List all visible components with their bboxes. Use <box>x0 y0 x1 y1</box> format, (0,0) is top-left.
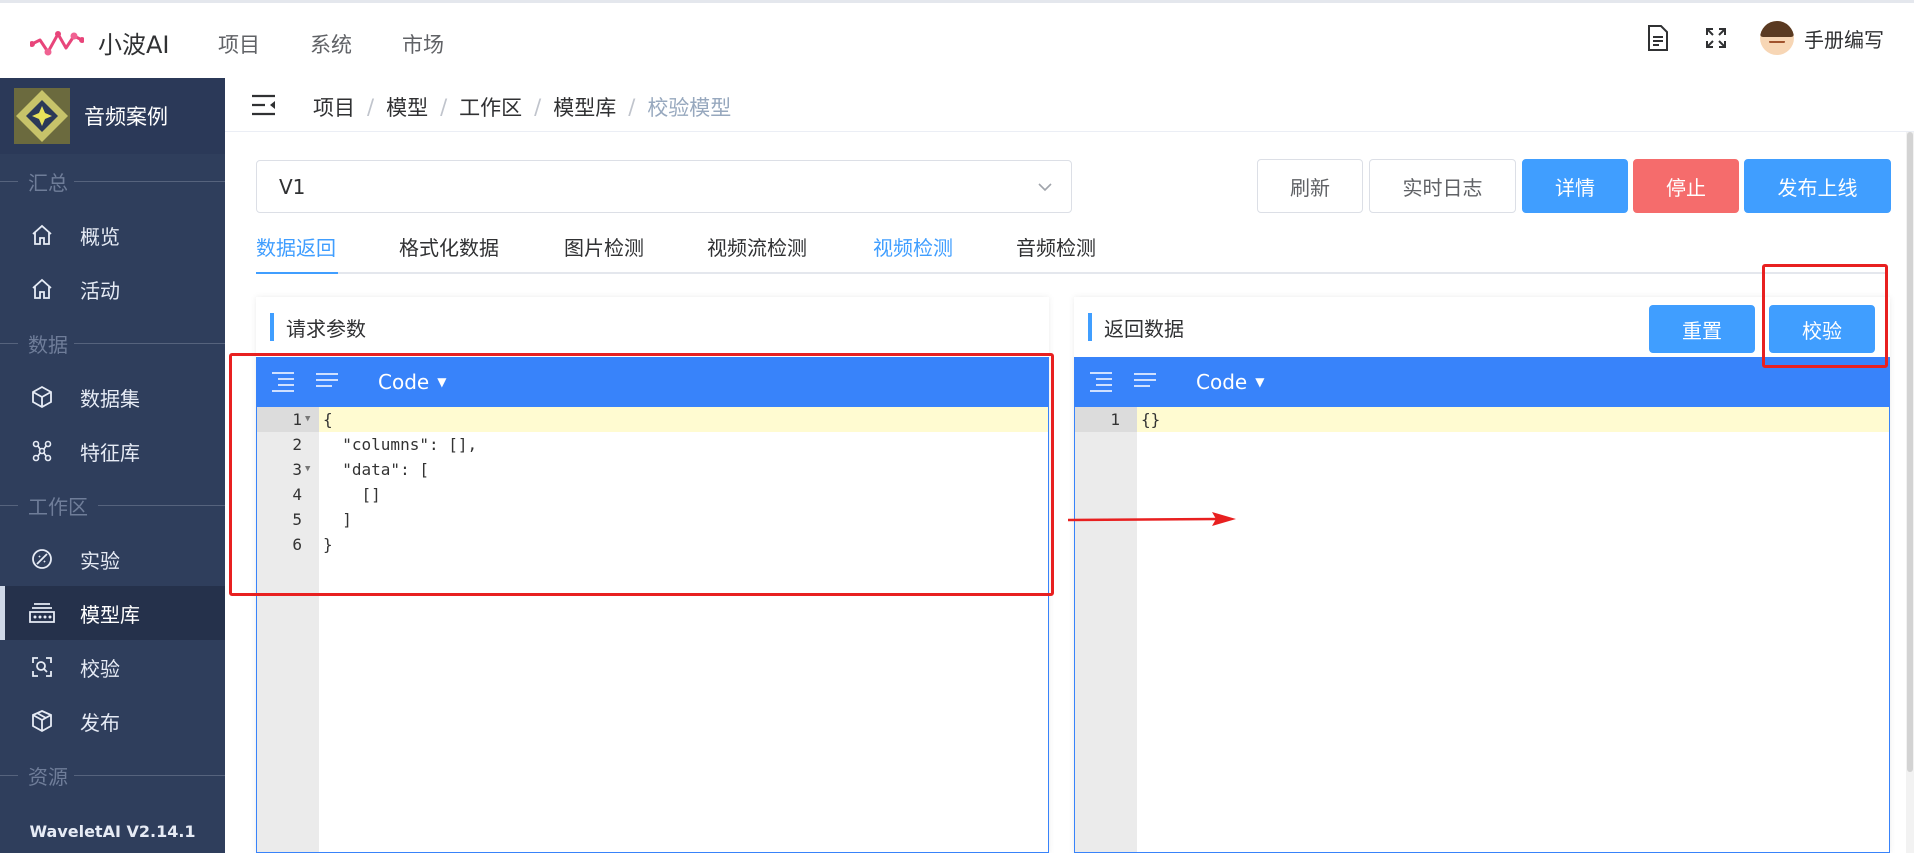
app-logo[interactable]: 小波AI <box>30 25 170 60</box>
crumb-model-library[interactable]: 模型库 <box>553 92 616 122</box>
stop-button[interactable]: 停止 <box>1633 159 1739 213</box>
format-icon[interactable] <box>1088 370 1118 394</box>
section-summary: 汇总 <box>0 154 225 208</box>
molecule-icon <box>28 437 56 465</box>
version-select[interactable]: V1 <box>256 160 1072 213</box>
box-icon <box>28 707 56 735</box>
crumb-workspace[interactable]: 工作区 <box>459 92 522 122</box>
sidebar-item-validate[interactable]: 校验 <box>0 640 225 694</box>
menu-fold-icon[interactable] <box>251 94 277 116</box>
reset-button[interactable]: 重置 <box>1649 305 1755 353</box>
sidebar-item-experiments[interactable]: 实验 <box>0 532 225 586</box>
response-mode-dropdown[interactable]: Code ▼ <box>1196 370 1264 394</box>
response-editor-toolbar: Code ▼ <box>1074 357 1890 407</box>
scan-icon <box>28 653 56 681</box>
flask-icon <box>28 545 56 573</box>
top-nav: 项目 系统 市场 <box>218 29 444 59</box>
project-header[interactable]: 音频案例 <box>0 78 225 154</box>
code-line: 6} <box>292 535 333 554</box>
tab-video-detection[interactable]: 视频检测 <box>873 232 953 261</box>
topnav-market[interactable]: 市场 <box>402 29 444 59</box>
code-line: 1 ▼{ <box>257 407 1048 432</box>
publish-button[interactable]: 发布上线 <box>1744 159 1891 213</box>
user-menu[interactable]: 手册编写 <box>1760 21 1884 55</box>
request-editor-toolbar: Code ▼ <box>256 357 1049 407</box>
annotation-arrow-icon <box>1068 512 1236 526</box>
crumb-project[interactable]: 项目 <box>313 92 355 122</box>
cube-icon <box>28 383 56 411</box>
code-line: 5 ] <box>292 510 352 529</box>
code-line: 1{} <box>1075 407 1889 432</box>
editor-gutter <box>1075 407 1137 852</box>
project-logo-icon <box>12 86 72 146</box>
tab-active-indicator <box>256 272 338 274</box>
tab-audio-detection[interactable]: 音频检测 <box>1016 232 1096 261</box>
sidebar-item-model-library[interactable]: 模型库 <box>0 586 225 640</box>
home-icon <box>28 221 56 249</box>
sidebar: 音频案例 汇总 概览 活动 数据 数据集 特征库 工作区 实验 模型库 校验 发… <box>0 78 225 853</box>
section-resources: 资源 <box>0 748 225 802</box>
refresh-button[interactable]: 刷新 <box>1257 159 1363 213</box>
request-panel: 请求参数 Code ▼ 1 ▼{ 2 "columns": [], 3 ▼ "data… <box>256 297 1049 853</box>
sidebar-item-publish[interactable]: 发布 <box>0 694 225 748</box>
code-line: 4 [] <box>292 485 381 504</box>
response-json-editor[interactable]: 1{} <box>1074 407 1890 853</box>
crumb-model[interactable]: 模型 <box>386 92 428 122</box>
home-icon <box>28 275 56 303</box>
request-mode-dropdown[interactable]: Code ▼ <box>378 370 446 394</box>
user-name: 手册编写 <box>1804 27 1884 52</box>
chevron-down-icon <box>1038 183 1052 192</box>
breadcrumb-bar: 项目 / 模型 / 工作区 / 模型库 / 校验模型 <box>225 78 1914 132</box>
live-log-button[interactable]: 实时日志 <box>1369 159 1516 213</box>
breadcrumb: 项目 / 模型 / 工作区 / 模型库 / 校验模型 <box>313 92 731 122</box>
sidebar-item-overview[interactable]: 概览 <box>0 208 225 262</box>
tab-bar: 数据返回 格式化数据 图片检测 视频流检测 视频检测 音频检测 <box>256 228 1888 274</box>
header-tools: 手册编写 <box>1644 21 1884 55</box>
fullscreen-icon[interactable] <box>1702 24 1730 52</box>
model-icon <box>28 599 56 627</box>
app-name: 小波AI <box>98 31 170 59</box>
validate-button[interactable]: 校验 <box>1769 305 1875 353</box>
version-label: WaveletAI V2.14.1 <box>29 822 196 841</box>
format-icon[interactable] <box>270 370 300 394</box>
sidebar-item-datasets[interactable]: 数据集 <box>0 370 225 424</box>
response-panel: 返回数据 重置 校验 Code ▼ 1{} <box>1074 297 1890 853</box>
document-icon[interactable] <box>1644 24 1672 52</box>
tab-image-detection[interactable]: 图片检测 <box>564 232 644 261</box>
tab-data-return[interactable]: 数据返回 <box>256 232 336 261</box>
tab-formatted-data[interactable]: 格式化数据 <box>399 232 499 261</box>
page-scrollbar[interactable] <box>1906 132 1914 853</box>
request-json-editor[interactable]: 1 ▼{ 2 "columns": [], 3 ▼ "data": [ 4 [] 5… <box>256 407 1049 853</box>
topnav-project[interactable]: 项目 <box>218 29 260 59</box>
compact-icon[interactable] <box>314 370 344 394</box>
sidebar-item-activity[interactable]: 活动 <box>0 262 225 316</box>
topnav-system[interactable]: 系统 <box>310 29 352 59</box>
crumb-current: 校验模型 <box>647 96 732 120</box>
top-header: 小波AI 项目 系统 市场 手册编写 <box>0 0 1914 78</box>
sidebar-item-feature-store[interactable]: 特征库 <box>0 424 225 478</box>
code-line: 2 "columns": [], <box>292 435 478 454</box>
section-workspace: 工作区 <box>0 478 225 532</box>
wave-logo-icon <box>30 30 84 55</box>
project-name: 音频案例 <box>84 105 168 129</box>
response-panel-title: 返回数据 <box>1088 313 1184 341</box>
code-line: 3 ▼ "data": [ <box>292 460 429 479</box>
compact-icon[interactable] <box>1132 370 1162 394</box>
tab-video-stream-detection[interactable]: 视频流检测 <box>707 232 807 261</box>
request-panel-title: 请求参数 <box>270 313 366 341</box>
avatar <box>1760 21 1794 55</box>
version-value: V1 <box>279 174 306 199</box>
detail-button[interactable]: 详情 <box>1522 159 1628 213</box>
section-data: 数据 <box>0 316 225 370</box>
